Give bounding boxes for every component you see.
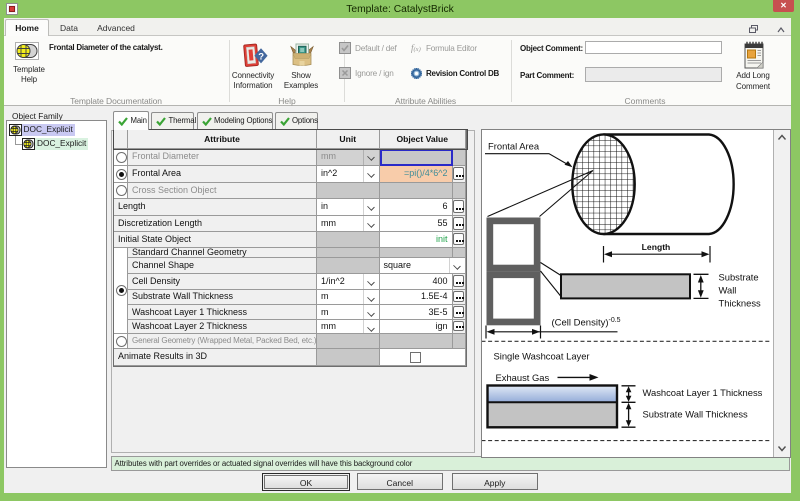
svg-text:Washcoat Layer 1 Thickness: Washcoat Layer 1 Thickness (643, 387, 763, 398)
svg-text:(Cell Density)-0.5: (Cell Density)-0.5 (552, 317, 621, 329)
svg-text:Wall: Wall (719, 285, 737, 296)
svg-text:Frontal Area: Frontal Area (488, 141, 540, 152)
svg-text:Substrate: Substrate (719, 272, 759, 283)
svg-text:Thickness: Thickness (719, 298, 762, 309)
svg-text:Length: Length (642, 242, 671, 252)
svg-text:Substrate Wall Thickness: Substrate Wall Thickness (643, 409, 749, 420)
svg-text:Exhaust Gas: Exhaust Gas (496, 372, 550, 383)
svg-text:?: ? (258, 51, 264, 62)
svg-text:Single Washcoat Layer: Single Washcoat Layer (494, 351, 590, 362)
